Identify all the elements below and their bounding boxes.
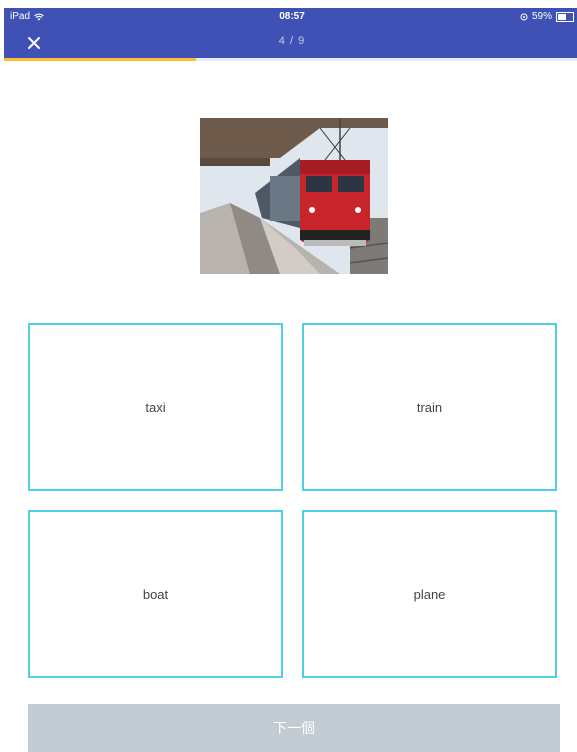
progress-bar (4, 58, 577, 61)
option-plane[interactable]: plane (302, 510, 557, 678)
battery-percent: 59% (531, 11, 552, 22)
option-label: taxi (145, 399, 166, 415)
option-label: train (416, 399, 443, 415)
option-boat[interactable]: boat (28, 510, 283, 678)
status-time: 08:57 (279, 11, 305, 22)
quiz-header: 4 / 9 (4, 26, 577, 58)
option-label: plane (413, 586, 446, 602)
option-taxi[interactable]: taxi (28, 323, 283, 491)
status-bar: iPad 08:57 59% (4, 8, 577, 26)
option-train[interactable]: train (302, 323, 557, 491)
progress-label: 4 / 9 (278, 35, 306, 47)
battery-icon (556, 11, 574, 22)
status-right: 59% (520, 11, 574, 22)
train-photo-icon (200, 118, 388, 274)
orientation-lock-icon (520, 13, 528, 20)
next-button[interactable]: 下一個 (28, 704, 560, 752)
question-image (200, 118, 388, 274)
progress-bar-fill (4, 58, 196, 61)
option-label: boat (142, 586, 169, 602)
